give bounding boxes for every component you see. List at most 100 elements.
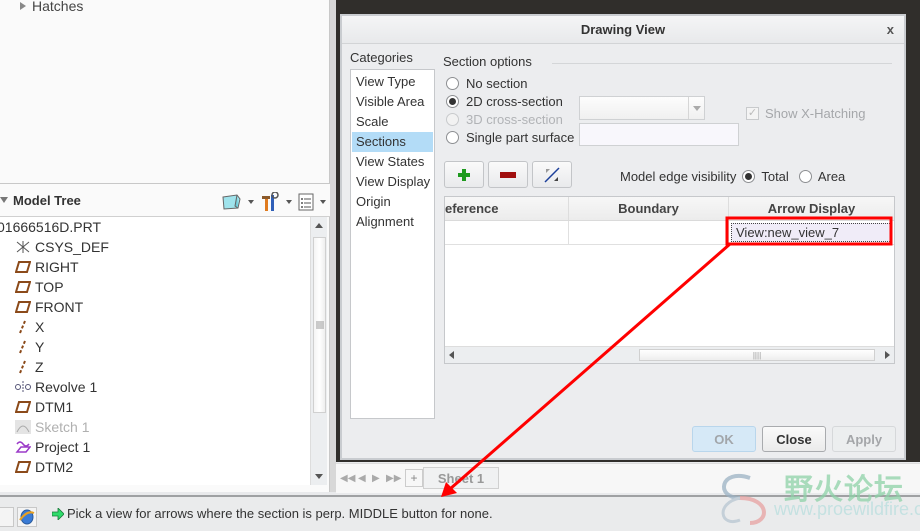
tree-item[interactable]: TOP — [0, 277, 310, 297]
tree-item[interactable]: Sketch 1 — [0, 417, 310, 437]
section-options-divider — [552, 63, 892, 64]
last-sheet-icon[interactable]: ▶▶ — [386, 473, 401, 484]
tree-item-label: X — [35, 319, 45, 335]
model-tree-scrollbar[interactable] — [310, 217, 327, 485]
radio-button[interactable] — [446, 95, 459, 108]
reference-cell[interactable] — [445, 221, 569, 244]
tree-item[interactable]: Project 1 — [0, 437, 310, 457]
scroll-up-button[interactable] — [311, 217, 327, 234]
cross-section-dropdown[interactable] — [579, 96, 705, 120]
column-header-arrow-display[interactable]: Arrow Display — [729, 197, 894, 220]
collapse-icon[interactable] — [0, 197, 8, 203]
radio-label: No section — [466, 76, 528, 91]
table-row[interactable]: View:new_view_7 — [445, 221, 894, 245]
single-part-surface-field[interactable] — [579, 123, 739, 146]
scroll-thumb[interactable]: |||| — [639, 349, 875, 361]
watermark: 野火论坛 www.proewildfire.cn — [706, 462, 920, 531]
add-sheet-button[interactable]: + — [405, 469, 423, 487]
list-dropdown-icon[interactable] — [320, 200, 326, 204]
list-icon[interactable] — [298, 193, 314, 211]
display-icon[interactable] — [220, 193, 242, 211]
show-x-hatching-checkbox[interactable]: ✓ Show X-Hatching — [746, 106, 865, 121]
tree-item-label: Y — [35, 339, 45, 355]
radio-button[interactable] — [446, 131, 459, 144]
status-message-text: Pick a view for arrows where the section… — [67, 506, 493, 521]
close-icon[interactable]: x — [887, 22, 894, 37]
tree-item[interactable]: Z — [0, 357, 310, 377]
tree-item[interactable]: FRONT — [0, 297, 310, 317]
model-tree-title[interactable]: Model Tree — [0, 193, 81, 208]
display-dropdown-icon[interactable] — [248, 200, 254, 204]
category-sections[interactable]: Sections — [352, 132, 433, 152]
tree-item-label: FRONT — [35, 299, 84, 315]
sheet-tab[interactable]: Sheet 1 — [423, 467, 499, 489]
category-alignment[interactable]: Alignment — [352, 212, 433, 232]
model-tree-toggle-icon[interactable] — [0, 507, 14, 527]
tree-item[interactable]: X — [0, 317, 310, 337]
tree-item[interactable]: Revolve 1 — [0, 377, 310, 397]
scroll-down-button[interactable] — [311, 468, 327, 485]
model-tree: 01666516D.PRT CSYS_DEF RIGHT TOP FRONT X Y Z Rev… — [0, 217, 310, 485]
remove-section-button[interactable] — [488, 161, 528, 188]
column-header-boundary[interactable]: Boundary — [569, 197, 729, 220]
browser-toggle-icon[interactable] — [17, 507, 37, 527]
categories-label: Categories — [350, 50, 413, 65]
tree-item[interactable]: DTM1 — [0, 397, 310, 417]
first-sheet-icon[interactable]: ◀◀ — [340, 473, 355, 484]
area-radio[interactable] — [798, 170, 812, 183]
tree-item-label: Revolve 1 — [35, 379, 98, 395]
scroll-right-button[interactable] — [885, 351, 890, 359]
apply-button[interactable]: Apply — [832, 426, 896, 452]
settings-dropdown-icon[interactable] — [286, 200, 292, 204]
checkbox-icon[interactable]: ✓ — [746, 107, 759, 120]
add-section-button[interactable] — [444, 161, 484, 188]
arrow-right-icon — [52, 507, 64, 520]
tree-item[interactable]: DTM2 — [0, 457, 310, 477]
section-option-no-section[interactable]: No section — [446, 76, 527, 91]
close-button[interactable]: Close — [762, 426, 826, 452]
arrow-display-cell[interactable]: View:new_view_7 — [731, 223, 892, 242]
status-message: Pick a view for arrows where the section… — [52, 506, 493, 521]
radio-button — [446, 113, 459, 126]
chevron-down-icon[interactable] — [688, 97, 704, 119]
category-origin[interactable]: Origin — [352, 192, 433, 212]
scroll-thumb[interactable] — [313, 237, 326, 413]
layer-item-hatches[interactable]: Hatches — [20, 0, 83, 14]
next-sheet-icon[interactable]: ▶ — [372, 473, 380, 484]
ok-button[interactable]: OK — [692, 426, 756, 452]
section-option-2d-cross-section[interactable]: 2D cross-section — [446, 94, 563, 109]
flip-direction-button[interactable] — [532, 161, 572, 188]
column-header-reference[interactable]: eference — [445, 197, 569, 220]
scroll-left-button[interactable] — [449, 351, 454, 359]
datum-plane-icon — [14, 300, 32, 314]
category-view-type[interactable]: View Type — [352, 72, 433, 92]
category-visible-area[interactable]: Visible Area — [352, 92, 433, 112]
boundary-cell[interactable] — [569, 221, 729, 244]
table-header: eference Boundary Arrow Display — [445, 197, 894, 221]
tree-item[interactable]: Y — [0, 337, 310, 357]
categories-list: View Type Visible Area Scale Sections View S… — [350, 69, 435, 419]
table-horizontal-scrollbar[interactable]: |||| — [445, 346, 894, 363]
tree-item-label: Z — [35, 359, 44, 375]
csys-icon — [14, 240, 32, 254]
revolve-icon — [14, 380, 32, 394]
category-scale[interactable]: Scale — [352, 112, 433, 132]
tree-item[interactable]: 01666516D.PRT — [0, 217, 310, 237]
expand-icon[interactable] — [20, 2, 26, 10]
settings-tools-icon[interactable] — [260, 192, 280, 212]
category-view-display[interactable]: View Display — [352, 172, 433, 192]
total-radio[interactable] — [742, 170, 756, 183]
radio-label: 3D cross-section — [466, 112, 563, 127]
model-tree-header: Model Tree — [0, 183, 330, 217]
tree-item-label: CSYS_DEF — [35, 239, 109, 255]
total-label: Total — [761, 169, 789, 184]
category-view-states[interactable]: View States — [352, 152, 433, 172]
radio-label: 2D cross-section — [466, 94, 563, 109]
tree-item[interactable]: CSYS_DEF — [0, 237, 310, 257]
model-tree-toolbar — [220, 192, 326, 212]
dialog-title-bar[interactable]: Drawing View x — [342, 16, 904, 44]
prev-sheet-icon[interactable]: ◀ — [358, 473, 366, 484]
section-option-single-part-surface[interactable]: Single part surface — [446, 130, 574, 145]
radio-button[interactable] — [446, 77, 459, 90]
tree-item[interactable]: RIGHT — [0, 257, 310, 277]
